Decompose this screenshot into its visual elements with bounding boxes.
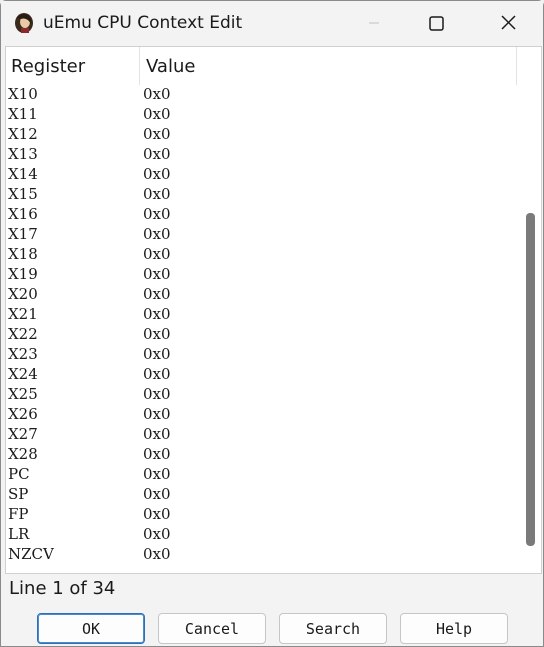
table-row[interactable]: X14 0x0 <box>6 164 516 184</box>
column-header-register[interactable]: Register <box>11 56 85 77</box>
register-value[interactable]: 0x0 <box>143 525 171 543</box>
window-title: uEmu CPU Context Edit <box>43 13 243 33</box>
register-value[interactable]: 0x0 <box>143 205 171 223</box>
table-row[interactable]: X22 0x0 <box>6 324 516 344</box>
close-button[interactable] <box>485 1 531 45</box>
register-name: X23 <box>8 345 38 363</box>
register-value[interactable]: 0x0 <box>143 345 171 363</box>
table-row[interactable]: X24 0x0 <box>6 364 516 384</box>
register-value[interactable]: 0x0 <box>143 265 171 283</box>
register-value[interactable]: 0x0 <box>143 505 171 523</box>
table-row[interactable]: X10 0x0 <box>6 84 516 104</box>
register-name: SP <box>8 485 29 503</box>
table-row[interactable]: X11 0x0 <box>6 104 516 124</box>
register-value[interactable]: 0x0 <box>143 485 171 503</box>
register-name: X18 <box>8 245 38 263</box>
register-name: X24 <box>8 365 38 383</box>
help-button[interactable]: Help <box>400 613 508 644</box>
column-divider[interactable] <box>139 47 140 85</box>
table-row[interactable]: X13 0x0 <box>6 144 516 164</box>
register-name: X12 <box>8 125 38 143</box>
register-name: X11 <box>8 105 38 123</box>
register-value[interactable]: 0x0 <box>143 105 171 123</box>
register-value[interactable]: 0x0 <box>143 85 171 103</box>
register-value[interactable]: 0x0 <box>143 325 171 343</box>
table-row[interactable]: X23 0x0 <box>6 344 516 364</box>
register-name: X10 <box>8 85 38 103</box>
register-name: X22 <box>8 325 38 343</box>
register-name: PC <box>8 465 30 483</box>
table-row[interactable]: X17 0x0 <box>6 224 516 244</box>
register-value[interactable]: 0x0 <box>143 405 171 423</box>
table-row[interactable]: X18 0x0 <box>6 244 516 264</box>
table-row[interactable]: SP 0x0 <box>6 484 516 504</box>
table-row[interactable]: X25 0x0 <box>6 384 516 404</box>
table-row[interactable]: X15 0x0 <box>6 184 516 204</box>
table-row[interactable]: X16 0x0 <box>6 204 516 224</box>
search-button[interactable]: Search <box>279 613 387 644</box>
table-row[interactable]: X20 0x0 <box>6 284 516 304</box>
register-name: X14 <box>8 165 38 183</box>
register-name: X16 <box>8 205 38 223</box>
table-row[interactable]: X26 0x0 <box>6 404 516 424</box>
register-name: X15 <box>8 185 38 203</box>
register-value[interactable]: 0x0 <box>143 285 171 303</box>
title-bar[interactable]: uEmu CPU Context Edit <box>1 1 543 45</box>
status-line-counter: Line 1 of 34 <box>9 578 116 599</box>
register-value[interactable]: 0x0 <box>143 305 171 323</box>
ok-button[interactable]: OK <box>37 613 145 644</box>
register-value[interactable]: 0x0 <box>143 165 171 183</box>
scrollbar-thumb[interactable] <box>526 213 535 546</box>
register-name: X27 <box>8 425 38 443</box>
register-value[interactable]: 0x0 <box>143 425 171 443</box>
close-icon <box>501 15 516 30</box>
table-row[interactable]: NZCV 0x0 <box>6 544 516 564</box>
register-name: X26 <box>8 405 38 423</box>
table-row[interactable]: FP 0x0 <box>6 504 516 524</box>
register-name: X13 <box>8 145 38 163</box>
header-end-divider <box>516 47 517 85</box>
app-logo-icon <box>15 13 33 33</box>
register-name: X20 <box>8 285 38 303</box>
register-name: X25 <box>8 385 38 403</box>
register-value[interactable]: 0x0 <box>143 225 171 243</box>
table-row[interactable]: X21 0x0 <box>6 304 516 324</box>
table-row[interactable]: X19 0x0 <box>6 264 516 284</box>
dialog-window: uEmu CPU Context Edit X9 0x0 X10 <box>0 0 544 647</box>
register-value[interactable]: 0x0 <box>143 145 171 163</box>
table-row[interactable]: PC 0x0 <box>6 464 516 484</box>
register-name: FP <box>8 505 29 523</box>
register-name: LR <box>8 525 30 543</box>
maximize-icon <box>429 16 444 31</box>
maximize-button[interactable] <box>413 1 459 45</box>
table-row[interactable]: X27 0x0 <box>6 424 516 444</box>
cancel-button[interactable]: Cancel <box>158 613 266 644</box>
register-value[interactable]: 0x0 <box>143 445 171 463</box>
register-name: X28 <box>8 445 38 463</box>
register-rows[interactable]: X9 0x0 X10 0x0 X11 0x0 X12 0x0 X13 0x0 X… <box>6 76 516 571</box>
table-row[interactable]: X12 0x0 <box>6 124 516 144</box>
register-list[interactable]: X9 0x0 X10 0x0 X11 0x0 X12 0x0 X13 0x0 X… <box>5 46 542 574</box>
register-value[interactable]: 0x0 <box>143 245 171 263</box>
register-name: X21 <box>8 305 38 323</box>
register-value[interactable]: 0x0 <box>143 185 171 203</box>
register-value[interactable]: 0x0 <box>143 385 171 403</box>
minimize-button[interactable] <box>351 1 397 45</box>
register-name: X19 <box>8 265 38 283</box>
register-value[interactable]: 0x0 <box>143 365 171 383</box>
table-row[interactable]: X28 0x0 <box>6 444 516 464</box>
register-value[interactable]: 0x0 <box>143 465 171 483</box>
register-value[interactable]: 0x0 <box>143 545 171 563</box>
minimize-icon <box>369 22 379 24</box>
column-header-value[interactable]: Value <box>146 56 195 77</box>
register-value[interactable]: 0x0 <box>143 125 171 143</box>
register-name: X17 <box>8 225 38 243</box>
register-name: NZCV <box>8 545 54 563</box>
table-row[interactable]: LR 0x0 <box>6 524 516 544</box>
table-header: Register Value <box>6 47 517 86</box>
